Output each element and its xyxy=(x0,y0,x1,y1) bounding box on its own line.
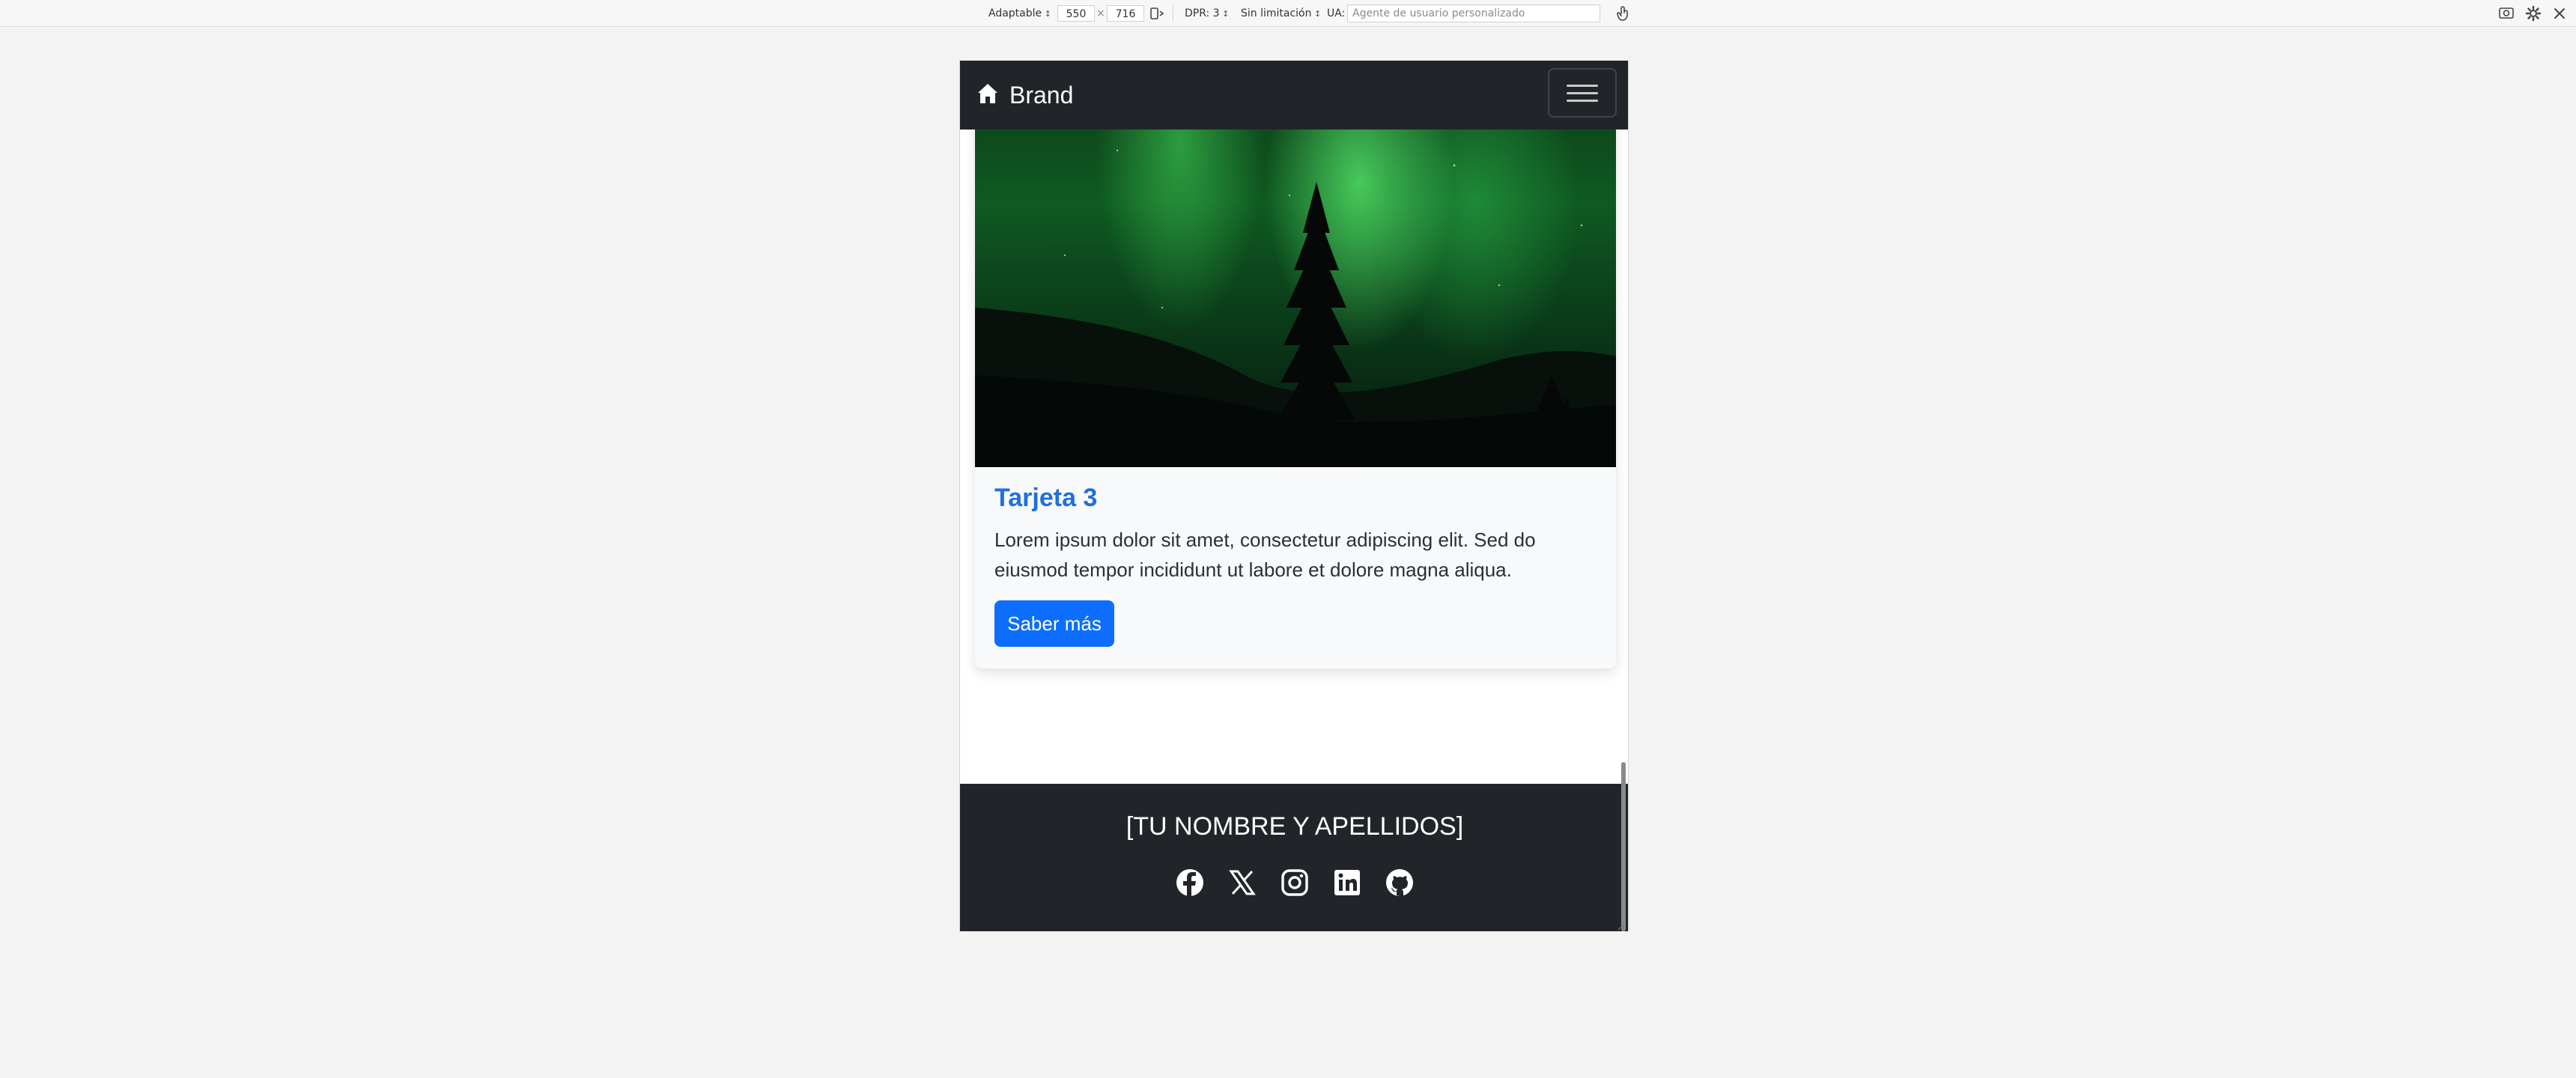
throttling-select[interactable]: Sin limitación xyxy=(1241,5,1321,22)
footer-name: [TU NOMBRE Y APELLIDOS] xyxy=(1126,812,1464,841)
resize-handle-icon[interactable] xyxy=(1616,922,1625,931)
device-mode-select[interactable]: Adaptable xyxy=(988,5,1051,22)
brand-label: Brand xyxy=(1009,81,1074,109)
social-links xyxy=(960,868,1628,898)
rotate-icon[interactable] xyxy=(1149,7,1165,23)
navbar: Brand xyxy=(960,61,1628,130)
linkedin-icon[interactable] xyxy=(1332,868,1362,898)
card-text: Lorem ipsum dolor sit amet, consectetur … xyxy=(994,529,1536,581)
saber-mas-button[interactable]: Saber más xyxy=(994,600,1114,647)
hamburger-icon xyxy=(1567,79,1598,107)
instagram-icon[interactable] xyxy=(1280,868,1310,898)
home-icon xyxy=(976,82,999,109)
facebook-icon[interactable] xyxy=(1175,868,1205,898)
scrollbar[interactable] xyxy=(1621,762,1626,931)
card-body: Tarjeta 3 Lorem ipsum dolor sit amet, co… xyxy=(994,484,1598,585)
footer: [TU NOMBRE Y APELLIDOS] xyxy=(960,784,1628,931)
close-icon[interactable] xyxy=(2552,6,2567,22)
navbar-brand[interactable]: Brand xyxy=(976,80,1073,110)
github-icon[interactable] xyxy=(1385,868,1415,898)
screenshot-icon[interactable] xyxy=(2498,6,2515,22)
viewport-height-input[interactable]: 716 xyxy=(1107,5,1144,22)
device-viewport: Tarjeta 3 Lorem ipsum dolor sit amet, co… xyxy=(959,61,1629,931)
settings-icon[interactable] xyxy=(2525,5,2542,22)
touch-icon[interactable] xyxy=(1616,5,1631,22)
user-agent-input[interactable]: Agente de usuario personalizado xyxy=(1347,4,1600,22)
navbar-toggler-button[interactable] xyxy=(1548,68,1617,118)
dpr-select[interactable]: DPR: 3 xyxy=(1185,5,1229,22)
card: Tarjeta 3 Lorem ipsum dolor sit amet, co… xyxy=(975,61,1616,669)
x-icon[interactable] xyxy=(1227,868,1257,898)
viewport-width-input[interactable]: 550 xyxy=(1057,5,1095,22)
devtools-device-toolbar: Adaptable 550 × 716 DPR: 3 Sin limitació… xyxy=(0,0,2576,27)
ua-label: UA: xyxy=(1327,7,1346,19)
card-title[interactable]: Tarjeta 3 xyxy=(994,484,1598,513)
dimension-separator: × xyxy=(1096,7,1105,19)
